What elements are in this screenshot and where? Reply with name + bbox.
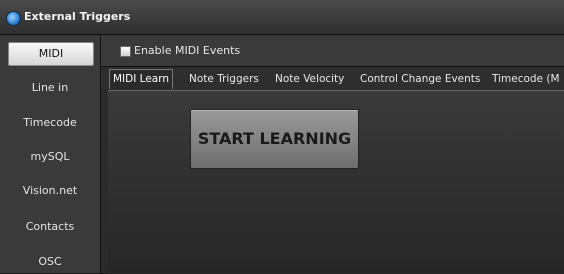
tab-midi-learn[interactable]: MIDI Learn <box>109 69 174 89</box>
sidebar-item-contacts[interactable]: Contacts <box>8 215 92 239</box>
main-panel: Enable MIDI Events MIDI Learn Note Trigg… <box>101 35 564 274</box>
sidebar-item-midi[interactable]: MIDI <box>8 42 94 66</box>
start-learning-button[interactable]: START LEARNING <box>190 109 359 169</box>
enable-midi-row: Enable MIDI Events <box>101 35 564 67</box>
tab-timecode[interactable]: Timecode (M <box>492 71 560 89</box>
tab-note-velocity[interactable]: Note Velocity <box>275 71 344 89</box>
sidebar-item-mysql[interactable]: mySQL <box>8 145 92 169</box>
title-bar: External Triggers <box>0 0 564 35</box>
sidebar-item-vision-net[interactable]: Vision.net <box>8 179 92 203</box>
window-title: External Triggers <box>24 10 131 23</box>
tab-bar: MIDI Learn Note Triggers Note Velocity C… <box>101 67 564 89</box>
sidebar-item-timecode[interactable]: Timecode <box>8 111 92 135</box>
sidebar-item-line-in[interactable]: Line in <box>8 76 92 100</box>
sidebar-item-osc[interactable]: OSC <box>8 250 92 274</box>
midi-learn-panel: START LEARNING <box>108 90 564 274</box>
enable-midi-label[interactable]: Enable MIDI Events <box>134 44 240 57</box>
sidebar: MIDI Line in Timecode mySQL Vision.net C… <box>0 35 101 273</box>
enable-midi-checkbox[interactable] <box>120 46 131 57</box>
app-globe-icon <box>6 11 21 26</box>
tab-control-change-events[interactable]: Control Change Events <box>360 71 480 89</box>
tab-note-triggers[interactable]: Note Triggers <box>189 71 259 89</box>
